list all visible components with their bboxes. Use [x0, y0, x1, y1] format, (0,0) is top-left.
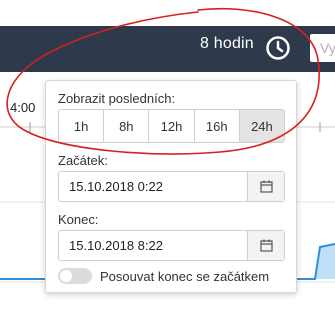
time-range-button[interactable] [262, 32, 294, 64]
start-date-value[interactable]: 15.10.2018 0:22 [59, 179, 247, 194]
calendar-icon [259, 239, 273, 252]
shift-end-toggle[interactable] [58, 268, 92, 284]
range-button-1h[interactable]: 1h [59, 110, 105, 142]
time-range-label: 8 hodin [200, 35, 254, 52]
search-placeholder: Vy [320, 40, 335, 56]
shift-end-toggle-row: Posouvat konec se začátkem [58, 268, 269, 284]
range-button-8h[interactable]: 8h [104, 110, 150, 142]
start-calendar-button[interactable] [247, 172, 284, 201]
show-last-label: Zobrazit posledních: [58, 91, 176, 106]
start-date-field[interactable]: 15.10.2018 0:22 [58, 171, 285, 202]
range-button-12h[interactable]: 12h [149, 110, 195, 142]
end-date-field[interactable]: 15.10.2018 8:22 [58, 230, 285, 261]
range-button-16h[interactable]: 16h [194, 110, 240, 142]
shift-end-toggle-label: Posouvat konec se začátkem [100, 268, 270, 284]
end-calendar-button[interactable] [247, 231, 284, 260]
search-input[interactable]: Vy [310, 34, 335, 62]
end-date-value[interactable]: 15.10.2018 8:22 [59, 238, 247, 253]
calendar-icon [259, 180, 273, 193]
clock-icon [266, 36, 290, 60]
range-button-group: 1h 8h 12h 16h 24h [58, 109, 285, 143]
start-label: Začátek: [58, 153, 108, 168]
top-bar: 8 hodin Vy [0, 26, 335, 72]
time-tick-label: 4:00 [10, 100, 36, 115]
time-range-popover: Zobrazit posledních: 1h 8h 12h 16h 24h Z… [45, 80, 297, 293]
range-button-24h[interactable]: 24h [239, 110, 284, 142]
end-label: Konec: [58, 212, 99, 227]
